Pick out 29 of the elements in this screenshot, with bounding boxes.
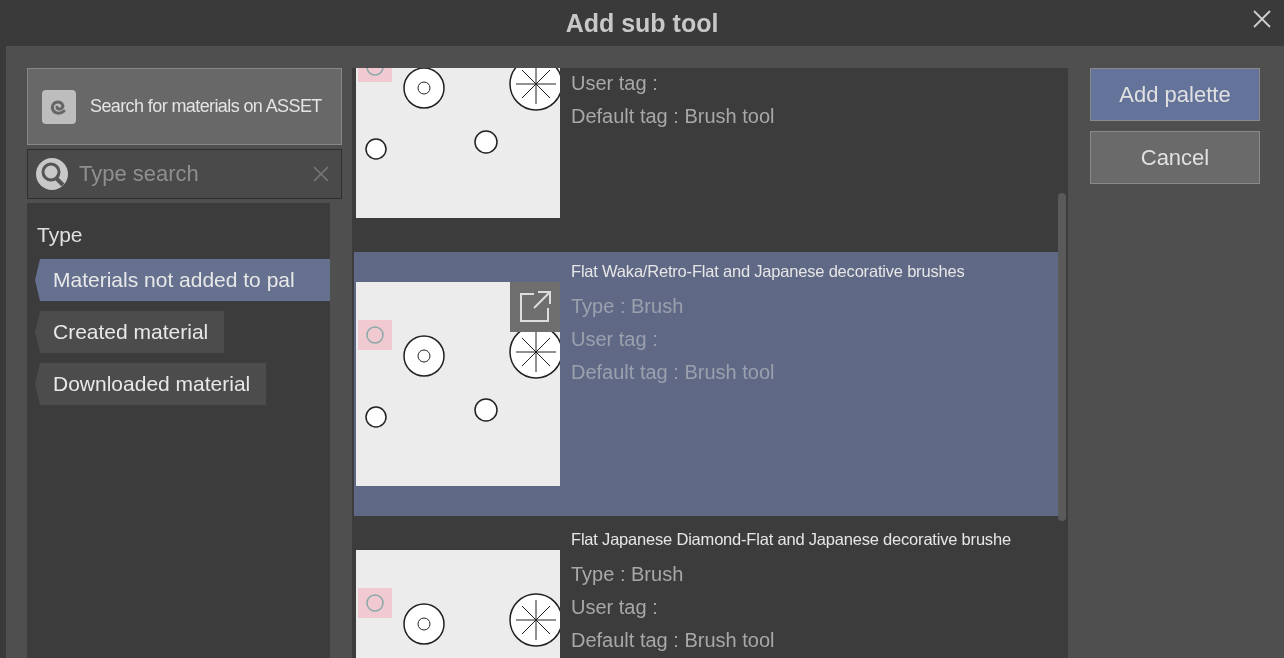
material-detail: User tag : xyxy=(571,596,659,619)
material-detail: User tag : xyxy=(571,72,659,95)
material-detail: Default tag : Brush tool xyxy=(571,629,776,652)
search-icon xyxy=(35,157,69,191)
scrollbar[interactable] xyxy=(1058,193,1066,521)
add-palette-button[interactable]: Add palette xyxy=(1090,68,1260,121)
close-icon[interactable] xyxy=(1252,9,1272,29)
material-detail: Default tag : Brush tool xyxy=(571,105,775,128)
material-title: Flat Japanese Diamond-Flat and Japanese decorative brushe xyxy=(571,530,1011,549)
assets-search-button[interactable]: Search for materials on ASSET xyxy=(27,68,342,145)
material-detail: Type : Brush xyxy=(571,563,685,586)
material-item[interactable]: Flat Waka/Retro-Flat and Japanese decorative brushes Type : Brush User tag : Default tag : Brush tool xyxy=(354,252,1060,516)
clear-icon[interactable] xyxy=(311,164,331,184)
spiral-logo-icon xyxy=(42,89,76,124)
material-detail: Type : Brush xyxy=(571,295,685,318)
filter-tab[interactable]: Materials not added to pal xyxy=(35,259,330,301)
material-item[interactable]: Flat Japanese Diamond-Flat and Japanese decorative brushe Type : Brush User tag : Default tag : Brush tool xyxy=(352,520,1068,658)
filter-tab[interactable]: Created material xyxy=(35,311,225,353)
filter-heading: Type xyxy=(36,223,83,247)
material-detail: Default tag : Brush tool xyxy=(571,361,776,384)
material-title: Flat Waka/Retro-Flat and Japanese decorative brushes xyxy=(571,262,965,281)
search-input[interactable]: Type search xyxy=(77,160,303,188)
window-title: Add sub tool xyxy=(565,8,719,38)
external-link-icon[interactable] xyxy=(510,282,560,332)
cancel-button[interactable]: Cancel xyxy=(1090,131,1260,184)
filter-tab[interactable]: Downloaded material xyxy=(35,363,267,405)
search-field[interactable]: Type search xyxy=(27,149,342,199)
material-detail: User tag : xyxy=(571,328,659,351)
material-item[interactable]: User tag : Default tag : Brush tool xyxy=(352,68,1068,248)
